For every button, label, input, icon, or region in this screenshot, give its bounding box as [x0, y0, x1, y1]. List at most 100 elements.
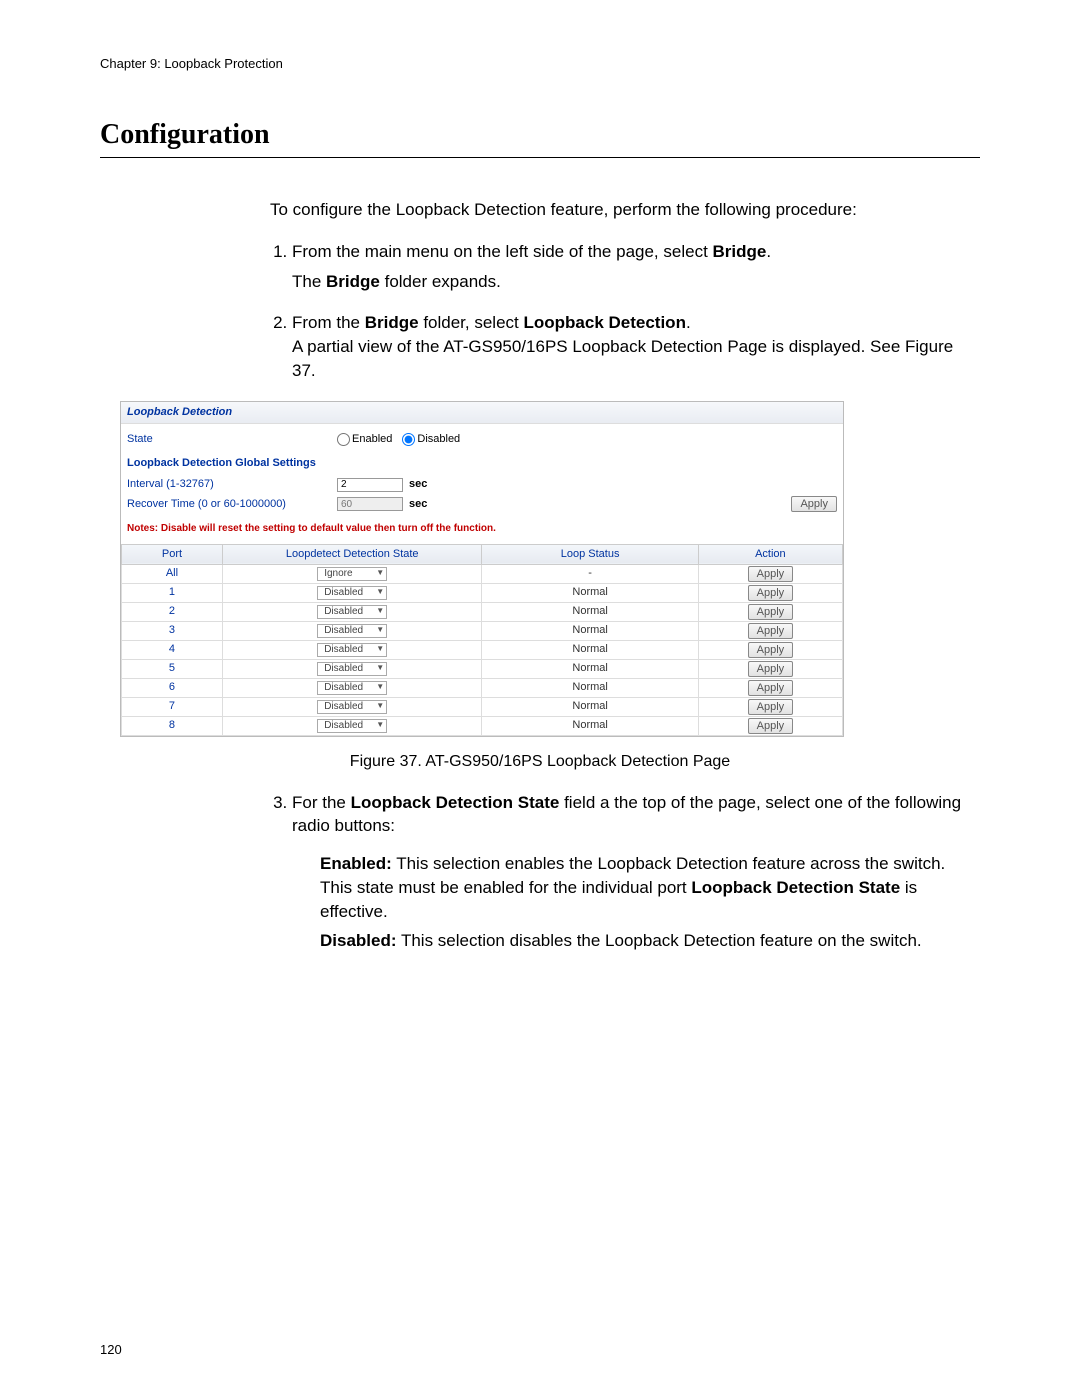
loop-status-cell: Normal: [482, 602, 698, 621]
row-apply-button[interactable]: Apply: [748, 642, 794, 658]
chevron-down-icon: ▼: [376, 606, 384, 617]
table-row: 7 Disabled▼ Normal Apply: [122, 697, 843, 716]
state-select[interactable]: Disabled▼: [317, 586, 387, 600]
ports-table: Port Loopdetect Detection State Loop Sta…: [121, 544, 843, 736]
state-radio-disabled-label: Disabled: [417, 432, 460, 447]
state-select[interactable]: Disabled▼: [317, 681, 387, 695]
action-cell: Apply: [698, 697, 842, 716]
port-cell: 4: [122, 640, 223, 659]
action-cell: Apply: [698, 621, 842, 640]
intro-paragraph: To configure the Loopback Detection feat…: [270, 198, 980, 222]
row-apply-button[interactable]: Apply: [748, 566, 794, 582]
step-2-text-a: From the: [292, 313, 365, 332]
option-disabled-text: This selection disables the Loopback Det…: [397, 931, 922, 950]
chevron-down-icon: ▼: [376, 644, 384, 655]
step-1: From the main menu on the left side of t…: [292, 240, 980, 294]
loop-status-cell: Normal: [482, 621, 698, 640]
step-2-line-2: A partial view of the AT-GS950/16PS Loop…: [292, 337, 953, 380]
action-cell: Apply: [698, 602, 842, 621]
loop-status-cell: -: [482, 564, 698, 583]
loop-status-cell: Normal: [482, 659, 698, 678]
global-settings-heading: Loopback Detection Global Settings: [127, 456, 837, 471]
row-apply-button[interactable]: Apply: [748, 661, 794, 677]
state-label: State: [127, 432, 337, 447]
global-apply-button[interactable]: Apply: [791, 496, 837, 512]
port-cell: 3: [122, 621, 223, 640]
state-select[interactable]: Disabled▼: [317, 719, 387, 733]
recover-input[interactable]: [337, 497, 403, 511]
state-cell: Disabled▼: [222, 621, 482, 640]
step-3-pre: For the: [292, 793, 351, 812]
figure-caption: Figure 37. AT-GS950/16PS Loopback Detect…: [100, 753, 980, 771]
action-cell: Apply: [698, 678, 842, 697]
interval-unit: sec: [409, 477, 427, 492]
section-title: Configuration: [100, 119, 980, 151]
action-cell: Apply: [698, 659, 842, 678]
page-number: 120: [100, 1342, 122, 1357]
row-apply-button[interactable]: Apply: [748, 585, 794, 601]
chevron-down-icon: ▼: [376, 701, 384, 712]
port-cell: 7: [122, 697, 223, 716]
step-1-text-a: From the main menu on the left side of t…: [292, 242, 713, 261]
loopback-detection-panel: Loopback Detection State Enabled Disable…: [120, 401, 844, 737]
step-2-text-mid: folder, select: [419, 313, 524, 332]
interval-input[interactable]: [337, 478, 403, 492]
step-1-sub-b: folder expands.: [380, 272, 501, 291]
chevron-down-icon: ▼: [376, 587, 384, 598]
col-port: Port: [122, 544, 223, 564]
state-radio-enabled-label: Enabled: [352, 432, 392, 447]
state-select[interactable]: Disabled▼: [317, 643, 387, 657]
row-apply-button[interactable]: Apply: [748, 604, 794, 620]
step-2: From the Bridge folder, select Loopback …: [292, 311, 980, 382]
step-3: For the Loopback Detection State field a…: [292, 791, 980, 954]
loop-status-cell: Normal: [482, 640, 698, 659]
action-cell: Apply: [698, 564, 842, 583]
state-cell: Disabled▼: [222, 659, 482, 678]
port-cell: 8: [122, 716, 223, 735]
port-cell: 6: [122, 678, 223, 697]
step-1-text-b: .: [766, 242, 771, 261]
chevron-down-icon: ▼: [376, 720, 384, 731]
port-cell: All: [122, 564, 223, 583]
loop-status-cell: Normal: [482, 697, 698, 716]
row-apply-button[interactable]: Apply: [748, 718, 794, 734]
step-2-bold-1: Bridge: [365, 313, 419, 332]
row-apply-button[interactable]: Apply: [748, 623, 794, 639]
table-row: 4 Disabled▼ Normal Apply: [122, 640, 843, 659]
state-cell: Disabled▼: [222, 678, 482, 697]
step-1-sub-a: The: [292, 272, 326, 291]
step-1-bold: Bridge: [713, 242, 767, 261]
table-row: 6 Disabled▼ Normal Apply: [122, 678, 843, 697]
chevron-down-icon: ▼: [376, 625, 384, 636]
state-radio-enabled[interactable]: [337, 433, 350, 446]
section-rule: [100, 157, 980, 158]
table-row: 2 Disabled▼ Normal Apply: [122, 602, 843, 621]
chapter-header: Chapter 9: Loopback Protection: [100, 56, 980, 71]
loop-status-cell: Normal: [482, 678, 698, 697]
table-row: 8 Disabled▼ Normal Apply: [122, 716, 843, 735]
state-select[interactable]: Disabled▼: [317, 605, 387, 619]
panel-title: Loopback Detection: [121, 402, 843, 424]
option-enabled-label: Enabled:: [320, 854, 392, 873]
port-cell: 2: [122, 602, 223, 621]
state-select[interactable]: Ignore▼: [317, 567, 387, 581]
row-apply-button[interactable]: Apply: [748, 699, 794, 715]
recover-label: Recover Time (0 or 60-1000000): [127, 497, 337, 512]
state-radio-disabled[interactable]: [402, 433, 415, 446]
table-row: 3 Disabled▼ Normal Apply: [122, 621, 843, 640]
table-row: 1Disabled▼NormalApply: [122, 583, 843, 602]
state-select[interactable]: Disabled▼: [317, 624, 387, 638]
loop-status-cell: Normal: [482, 716, 698, 735]
row-apply-button[interactable]: Apply: [748, 680, 794, 696]
state-select[interactable]: Disabled▼: [317, 662, 387, 676]
col-action: Action: [698, 544, 842, 564]
step-2-bold-2: Loopback Detection: [523, 313, 685, 332]
state-select[interactable]: Disabled▼: [317, 700, 387, 714]
table-row: 5 Disabled▼ Normal Apply: [122, 659, 843, 678]
port-cell: 5: [122, 659, 223, 678]
step-3-bold: Loopback Detection State: [351, 793, 560, 812]
option-enabled: Enabled: This selection enables the Loop…: [320, 852, 980, 923]
recover-unit: sec: [409, 497, 427, 512]
state-cell: Ignore▼: [222, 564, 482, 583]
loop-status-cell: Normal: [482, 583, 698, 602]
